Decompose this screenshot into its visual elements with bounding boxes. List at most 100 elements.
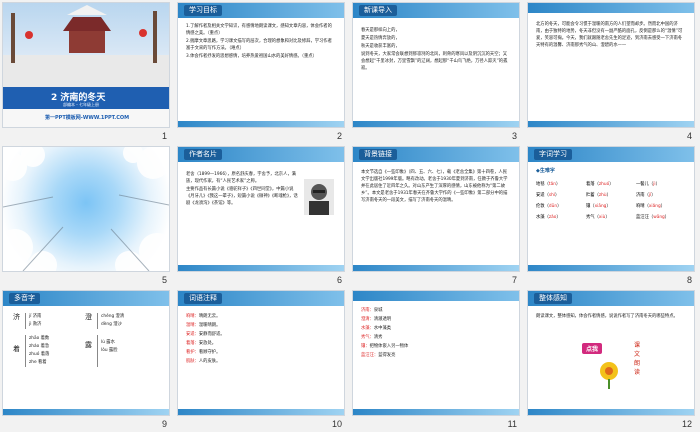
definition-item: 看护：看顾守护。 (186, 349, 336, 357)
slide-thumb-2[interactable]: 学习目标 1.了解作者及相关文学知识，有感情地朗读课文，感知文章内容，体会作者的… (175, 0, 350, 144)
vertical-char: 读 (633, 369, 640, 376)
slide-number: 8 (686, 275, 692, 285)
vocab-pinyin: jǐ (648, 193, 652, 198)
definition: 人的皮肤。 (198, 359, 221, 364)
section-tag: 新课导入 (359, 5, 397, 16)
slide-body: 本文节选自《一些印象》（四、五、六、七），载《老舍全集》第十四卷，人民文学出版社… (361, 169, 511, 205)
definition-item: 澄清：清澈透明 (361, 316, 511, 324)
vocab-pinyin: xiǎng (648, 204, 661, 209)
slide-thumb-10[interactable]: 词语注释 响晴：晴朗无云。 温晴：温暖晴朗。 安适：安静而舒适。 着落：安放处。… (175, 288, 350, 432)
slide-number: 3 (511, 131, 517, 141)
definition-item: 济南：泉城 (361, 307, 511, 315)
vocab-word: 响晴 (636, 204, 645, 209)
slide-number: 10 (331, 419, 342, 429)
slide-thumb-9[interactable]: 多音字 济 jǐ 济南 jì 救济 澄 chéng 澄清 dèng 澄沙 着 zh (0, 288, 175, 432)
term: 安适： (186, 332, 199, 337)
slide-thumb-6[interactable]: 作者名片 老舍（1899—1966），原名舒庆春，字舍予，北京人，满族，现代作家… (175, 144, 350, 288)
term: 澄清： (361, 317, 374, 322)
vocab-row: 地毯（tǎn） 着落（zhuó） 一髻儿（jì） (536, 179, 686, 190)
vocab-row: 安适（shì） 贮蓄（zhù） 济南（jǐ） (536, 190, 686, 201)
slide-thumb-5[interactable]: 5 (0, 144, 175, 288)
slide-thumb-4[interactable]: 北方的冬天，可能会令习惯于温暖的南方的人们望而却步。然而北中国的济南，由于独特的… (525, 0, 700, 144)
vocab-item: 蓝汪汪（wāng） (636, 215, 670, 220)
polyphone-block: 济 jǐ 济南 jì 救济 澄 chéng 澄清 dèng 澄沙 着 zhāo 着数… (13, 313, 163, 367)
slide-thumb-12[interactable]: 整体感知 朗读课文，整体感知，体会作者情感，说说作者写了济南冬天的哪些特点。 点… (525, 288, 700, 432)
vocab-word: 贮蓄 (586, 193, 595, 198)
term: 济南： (361, 308, 374, 313)
term: 看护： (186, 350, 199, 355)
definition: 清澈透明 (373, 317, 392, 322)
vocab-pinyin: tǎn (548, 182, 556, 187)
vocab-item: 地毯（tǎn） (536, 182, 561, 187)
snow-pavilion-image (3, 5, 169, 87)
slide-8: 字词学习 ◆生难字 地毯（tǎn） 着落（zhuó） 一髻儿（jì） 安适（sh… (527, 146, 695, 272)
click-badge[interactable]: 点我 (582, 343, 603, 354)
definition: 把物体嵌入另一物体 (369, 344, 409, 349)
slide-footer-bar (178, 265, 344, 271)
term: 肌肤： (186, 359, 199, 364)
slide-5 (2, 146, 170, 272)
vocab-item: 安适（shì） (536, 193, 560, 198)
objective-3: 3.体会作者抒发的思想感情，培养热爱祖国山水的美好情感。（重点） (186, 54, 317, 59)
slide-body: 朗读课文，整体感知，体会作者情感，说说作者写了济南冬天的哪些特点。 (536, 313, 686, 321)
objective-1: 1.了解作者及相关文学知识，有感情地朗读课文，感知文章内容，体会作者的情感之美。… (186, 24, 332, 36)
slide-number: 6 (336, 275, 342, 285)
slide-number: 7 (511, 275, 517, 285)
slide-12: 整体感知 朗读课文，整体感知，体会作者情感，说说作者写了济南冬天的哪些特点。 点… (527, 290, 695, 416)
slide-body: 1.了解作者及相关文学知识，有感情地朗读课文，感知文章内容，体会作者的情感之美。… (186, 23, 336, 61)
slide-body: 北方的冬天，可能会令习惯于温暖的南方的人们望而却步。然而北中国的济南，由于独特的… (536, 21, 686, 50)
definition-item: 着落：安放处。 (186, 340, 336, 348)
polyphone-char: 澄 (85, 313, 92, 321)
vocab-item: 秀气（xiù） (586, 215, 610, 220)
slide-thumb-1[interactable]: 2 济南的冬天 部编本・七年级上册 第一PPT模板网-WWW.1PPT.COM … (0, 0, 175, 144)
reading: zháo 着急 (29, 344, 50, 349)
definition-item: 响晴：晴朗无云。 (186, 313, 336, 321)
section-tag: 整体感知 (534, 293, 572, 304)
definition-list: 响晴：晴朗无云。 温晴：温暖晴朗。 安适：安静而舒适。 着落：安放处。 看护：看… (186, 313, 336, 367)
vocab-pinyin: wāng (653, 215, 665, 220)
slide-thumb-3[interactable]: 新课导入 春天是那样向上的， 夏天是热情奔放的， 秋天是收获丰富的， 说到冬天，… (350, 0, 525, 144)
definition-item: 水藻：水中藻类 (361, 325, 511, 333)
slide-footer-bar (178, 121, 344, 127)
vocab-item: 响晴（xiǎng） (636, 204, 666, 209)
vocab-word: 安适 (536, 193, 545, 198)
slide-footer-bar (178, 409, 344, 415)
vertical-char: 文 (633, 351, 640, 358)
slide-footer-bar (528, 121, 694, 127)
slide-1: 2 济南的冬天 部编本・七年级上册 第一PPT模板网-WWW.1PPT.COM (2, 2, 170, 128)
slide-thumb-11[interactable]: 济南：泉城 澄清：清澈透明 水藻：水中藻类 秀气：清秀 镶：把物体嵌入另一物体 … (350, 288, 525, 432)
slide-7: 背景链接 本文节选自《一些印象》（四、五、六、七），载《老舍全集》第十四卷，人民… (352, 146, 520, 272)
definition: 安静而舒适。 (198, 332, 225, 337)
background-paragraph: 本文节选自《一些印象》（四、五、六、七），载《老舍全集》第十四卷，人民文学出版社… (361, 170, 508, 203)
term: 秀气： (361, 335, 374, 340)
slide-11: 济南：泉城 澄清：清澈透明 水藻：水中藻类 秀气：清秀 镶：把物体嵌入另一物体 … (352, 290, 520, 416)
vocab-word: 着落 (586, 182, 595, 187)
polyphone-group: 着 zhāo 着数 zháo 着急 zhuó 着落 zhe 看着 (13, 335, 85, 367)
slide-thumb-7[interactable]: 背景链接 本文节选自《一些印象》（四、五、六、七），载《老舍全集》第十四卷，人民… (350, 144, 525, 288)
polyphone-char: 济 (13, 313, 20, 321)
vocab-word: 济南 (636, 193, 645, 198)
polyphone-group: 澄 chéng 澄清 dèng 澄沙 (85, 313, 157, 329)
slide-6: 作者名片 老舍（1899—1966），原名舒庆春，字舍予，北京人，满族，现代作家… (177, 146, 345, 272)
vocab-word: 蓝汪汪 (636, 215, 649, 220)
vocab-row: 伦敦（dūn） 镶（xiāng） 响晴（xiǎng） (536, 201, 686, 212)
slide-9: 多音字 济 jǐ 济南 jì 救济 澄 chéng 澄清 dèng 澄沙 着 zh (2, 290, 170, 416)
polyphone-row: 着 zhāo 着数 zháo 着急 zhuó 着落 zhe 看着 露 lù 露水 lòu… (13, 335, 163, 367)
vocab-word: 镶 (586, 204, 591, 209)
definition-list: 济南：泉城 澄清：清澈透明 水藻：水中藻类 秀气：清秀 镶：把物体嵌入另一物体 … (361, 307, 511, 361)
snowy-trees-image (3, 147, 169, 271)
slide-footer-bar (528, 265, 694, 271)
slide-thumb-8[interactable]: 字词学习 ◆生难字 地毯（tǎn） 着落（zhuó） 一髻儿（jì） 安适（sh… (525, 144, 700, 288)
slide-2: 学习目标 1.了解作者及相关文学知识，有感情地朗读课文，感知文章内容，体会作者的… (177, 2, 345, 128)
term: 着落： (186, 341, 199, 346)
vocab-pinyin: dūn (548, 204, 558, 209)
vocab-pinyin: xiù (598, 215, 606, 220)
slide-header: 新课导入 (353, 3, 519, 18)
slide-number: 11 (507, 419, 517, 429)
definition-item: 安适：安静而舒适。 (186, 331, 336, 339)
polyphone-group: 济 jǐ 济南 jì 救济 (13, 313, 85, 329)
slide-header: 多音字 (3, 291, 169, 306)
vocab-item: 济南（jǐ） (636, 193, 656, 198)
reading-list: jǐ 济南 jì 救济 (25, 313, 41, 329)
slide-number: 9 (161, 419, 167, 429)
